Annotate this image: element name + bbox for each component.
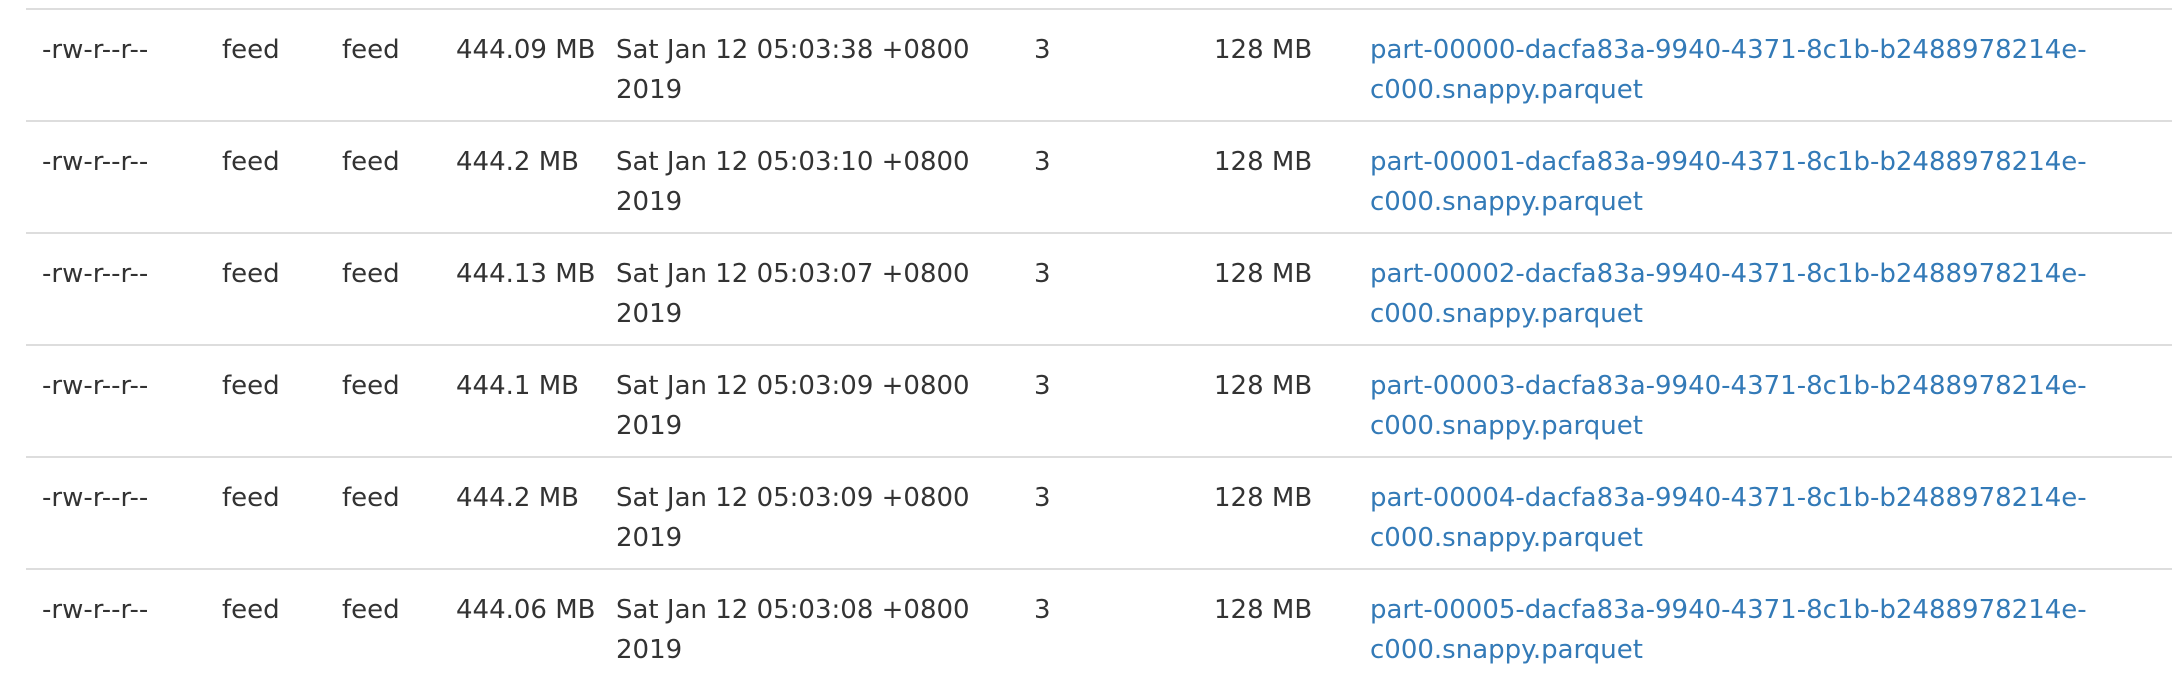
name-cell: part-00002-dacfa83a-9940-4371-8c1b-b2488… bbox=[1354, 232, 2172, 345]
file-name-link[interactable]: part-00005-dacfa83a-9940-4371-8c1b-b2488… bbox=[1370, 595, 2087, 665]
file-listing-table: -rw-r--r-- feed feed 444.09 MB Sat Jan 1… bbox=[26, 8, 2172, 681]
permission-cell: -rw-r--r-- bbox=[26, 456, 206, 569]
permission-cell: -rw-r--r-- bbox=[26, 344, 206, 457]
last-modified-cell: Sat Jan 12 05:03:09 +0800 2019 bbox=[600, 456, 1018, 569]
size-cell: 444.2 MB bbox=[440, 456, 600, 569]
name-cell: part-00005-dacfa83a-9940-4371-8c1b-b2488… bbox=[1354, 568, 2172, 681]
block-size-cell: 128 MB bbox=[1198, 8, 1354, 121]
group-cell: feed bbox=[326, 568, 440, 681]
file-name-link[interactable]: part-00003-dacfa83a-9940-4371-8c1b-b2488… bbox=[1370, 371, 2087, 441]
table-row: -rw-r--r-- feed feed 444.09 MB Sat Jan 1… bbox=[26, 8, 2172, 121]
replication-cell: 3 bbox=[1018, 344, 1198, 457]
permission-cell: -rw-r--r-- bbox=[26, 568, 206, 681]
block-size-cell: 128 MB bbox=[1198, 344, 1354, 457]
file-name-link[interactable]: part-00001-dacfa83a-9940-4371-8c1b-b2488… bbox=[1370, 147, 2087, 217]
file-name-link[interactable]: part-00002-dacfa83a-9940-4371-8c1b-b2488… bbox=[1370, 259, 2087, 329]
block-size-cell: 128 MB bbox=[1198, 456, 1354, 569]
owner-cell: feed bbox=[206, 120, 326, 233]
group-cell: feed bbox=[326, 8, 440, 121]
table-row: -rw-r--r-- feed feed 444.06 MB Sat Jan 1… bbox=[26, 568, 2172, 681]
table-row: -rw-r--r-- feed feed 444.1 MB Sat Jan 12… bbox=[26, 344, 2172, 457]
owner-cell: feed bbox=[206, 456, 326, 569]
size-cell: 444.06 MB bbox=[440, 568, 600, 681]
size-cell: 444.2 MB bbox=[440, 120, 600, 233]
table-row: -rw-r--r-- feed feed 444.2 MB Sat Jan 12… bbox=[26, 456, 2172, 569]
replication-cell: 3 bbox=[1018, 456, 1198, 569]
last-modified-cell: Sat Jan 12 05:03:08 +0800 2019 bbox=[600, 568, 1018, 681]
size-cell: 444.13 MB bbox=[440, 232, 600, 345]
owner-cell: feed bbox=[206, 344, 326, 457]
last-modified-cell: Sat Jan 12 05:03:07 +0800 2019 bbox=[600, 232, 1018, 345]
last-modified-cell: Sat Jan 12 05:03:38 +0800 2019 bbox=[600, 8, 1018, 121]
name-cell: part-00000-dacfa83a-9940-4371-8c1b-b2488… bbox=[1354, 8, 2172, 121]
size-cell: 444.1 MB bbox=[440, 344, 600, 457]
block-size-cell: 128 MB bbox=[1198, 232, 1354, 345]
permission-cell: -rw-r--r-- bbox=[26, 8, 206, 121]
permission-cell: -rw-r--r-- bbox=[26, 232, 206, 345]
name-cell: part-00001-dacfa83a-9940-4371-8c1b-b2488… bbox=[1354, 120, 2172, 233]
group-cell: feed bbox=[326, 232, 440, 345]
group-cell: feed bbox=[326, 120, 440, 233]
file-name-link[interactable]: part-00000-dacfa83a-9940-4371-8c1b-b2488… bbox=[1370, 35, 2087, 105]
file-name-link[interactable]: part-00004-dacfa83a-9940-4371-8c1b-b2488… bbox=[1370, 483, 2087, 553]
block-size-cell: 128 MB bbox=[1198, 568, 1354, 681]
group-cell: feed bbox=[326, 456, 440, 569]
name-cell: part-00004-dacfa83a-9940-4371-8c1b-b2488… bbox=[1354, 456, 2172, 569]
group-cell: feed bbox=[326, 344, 440, 457]
last-modified-cell: Sat Jan 12 05:03:09 +0800 2019 bbox=[600, 344, 1018, 457]
size-cell: 444.09 MB bbox=[440, 8, 600, 121]
last-modified-cell: Sat Jan 12 05:03:10 +0800 2019 bbox=[600, 120, 1018, 233]
owner-cell: feed bbox=[206, 568, 326, 681]
replication-cell: 3 bbox=[1018, 568, 1198, 681]
permission-cell: -rw-r--r-- bbox=[26, 120, 206, 233]
table-row: -rw-r--r-- feed feed 444.2 MB Sat Jan 12… bbox=[26, 120, 2172, 233]
name-cell: part-00003-dacfa83a-9940-4371-8c1b-b2488… bbox=[1354, 344, 2172, 457]
block-size-cell: 128 MB bbox=[1198, 120, 1354, 233]
table-row: -rw-r--r-- feed feed 444.13 MB Sat Jan 1… bbox=[26, 232, 2172, 345]
owner-cell: feed bbox=[206, 8, 326, 121]
owner-cell: feed bbox=[206, 232, 326, 345]
replication-cell: 3 bbox=[1018, 8, 1198, 121]
replication-cell: 3 bbox=[1018, 120, 1198, 233]
replication-cell: 3 bbox=[1018, 232, 1198, 345]
